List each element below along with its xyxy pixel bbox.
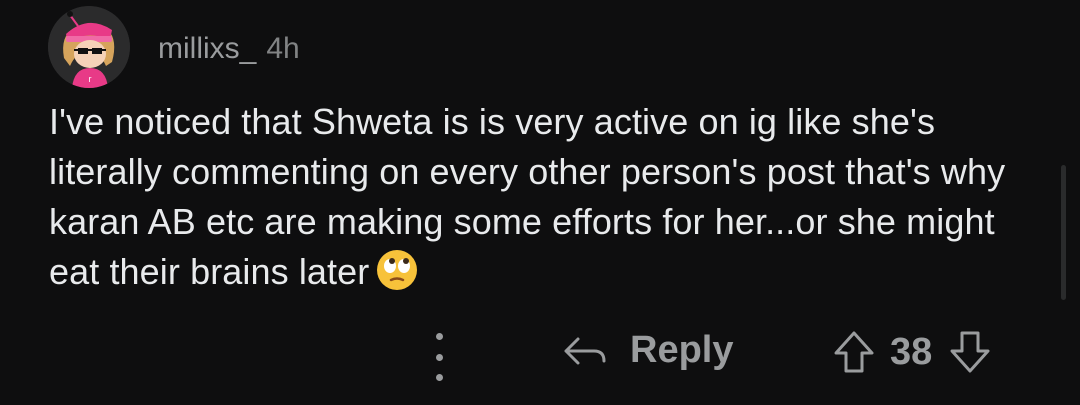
rolling-eyes-emoji-icon (377, 250, 418, 290)
scrollbar[interactable] (1061, 165, 1066, 300)
vote-count: 38 (890, 330, 933, 373)
svg-text:r: r (89, 74, 92, 84)
reply-button[interactable]: Reply (562, 329, 733, 372)
comment-text: I've noticed that Shweta is is very acti… (49, 101, 1006, 292)
downvote-arrow-icon[interactable] (948, 329, 992, 375)
username-link[interactable]: millixs_ (158, 32, 256, 66)
more-options-icon[interactable] (428, 333, 450, 381)
comment-body: I've noticed that Shweta is is very acti… (49, 97, 1029, 297)
reply-arrow-icon (564, 337, 606, 364)
comment: r millixs_ 4h I've noticed that Shweta i… (0, 0, 1080, 405)
user-avatar[interactable]: r (48, 6, 130, 88)
comment-header: r millixs_ 4h (48, 6, 300, 88)
upvote-arrow-icon[interactable] (832, 329, 876, 375)
reply-label: Reply (630, 329, 734, 371)
comment-actions: Reply 38 (0, 325, 1080, 385)
vote-controls: 38 (832, 329, 992, 375)
comment-timestamp: 4h (266, 32, 300, 65)
comment-meta: millixs_ 4h (158, 32, 300, 66)
